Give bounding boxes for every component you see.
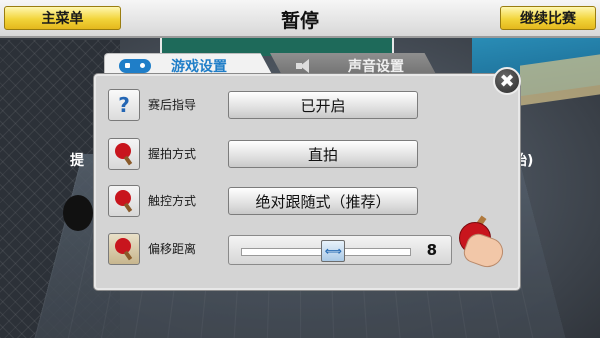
paddle-icon [108,138,140,170]
offset-slider[interactable]: ⟺ 8 [228,235,452,265]
touch-mode-button[interactable]: 绝对跟随式（推荐） [228,187,418,215]
offset-slider-thumb[interactable]: ⟺ [321,240,346,262]
offset-label: 偏移距离 [148,242,197,256]
guide-label: 赛后指导 [148,98,197,112]
main-menu-button[interactable]: 主菜单 [4,6,121,30]
setting-row-touch: 触控方式 绝对跟随式（推荐） [108,185,508,219]
grip-label: 握拍方式 [148,147,197,161]
offset-book-icon [108,233,140,265]
touch-label: 触控方式 [148,194,197,208]
touch-paddle-icon [108,185,140,217]
tab-game-settings-label: 游戏设置 [171,59,227,75]
speaker-icon [296,58,314,73]
gamepad-icon [119,59,151,73]
setting-row-guide: ? 赛后指导 已开启 [108,89,508,123]
double-arrow-icon: ⟺ [324,244,342,258]
top-bar: 主菜单 暂停 继续比赛 [0,0,600,38]
background-text-left: 提 [70,153,84,169]
hand-paddle-icon [455,212,507,272]
continue-match-button[interactable]: 继续比赛 [500,6,596,30]
grip-style-button[interactable]: 直拍 [228,140,418,168]
tab-sound-settings-label: 声音设置 [348,58,404,75]
setting-row-grip: 握拍方式 直拍 [108,138,508,172]
guide-toggle-button[interactable]: 已开启 [228,91,418,119]
offset-value: 8 [426,241,437,259]
setting-row-offset: 偏移距离 ⟺ 8 [108,233,508,267]
help-icon: ? [108,89,140,121]
dark-ball-shape [63,195,93,231]
